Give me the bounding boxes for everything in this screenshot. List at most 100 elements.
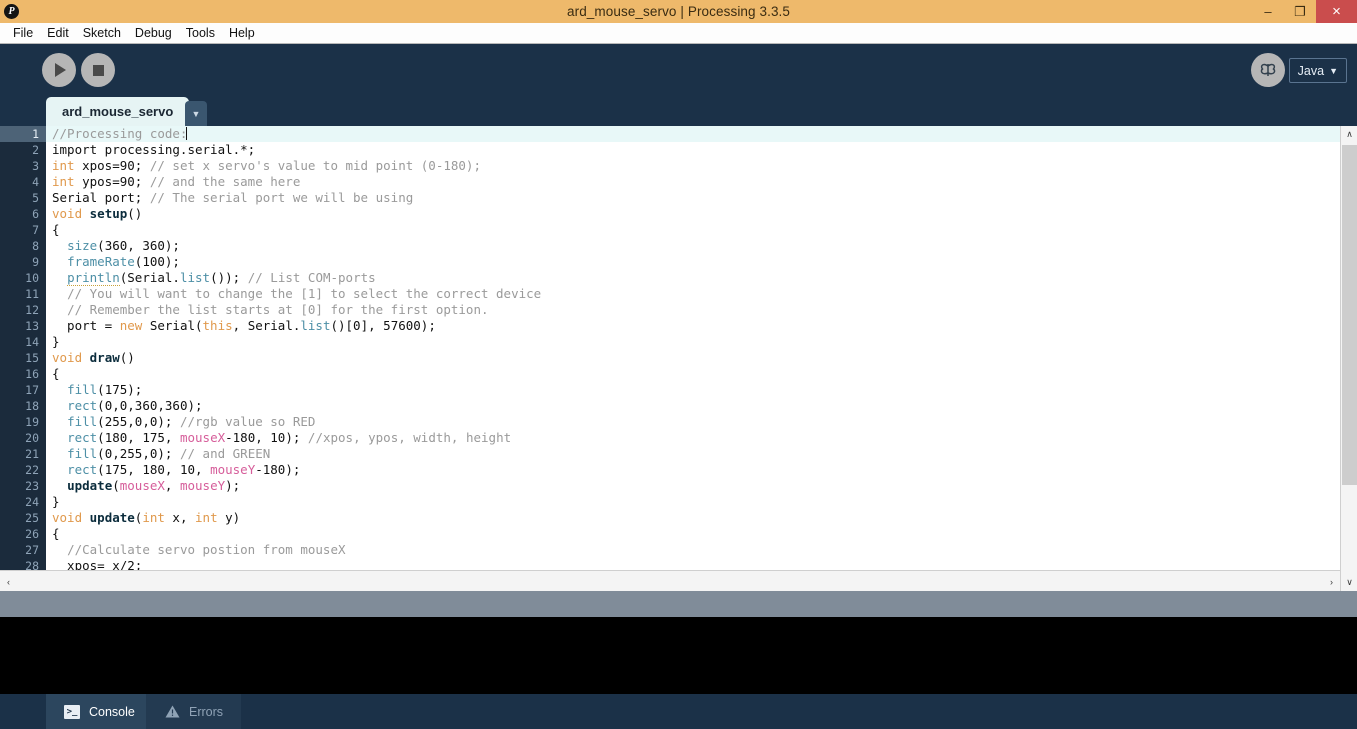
bottom-tab-bar: >_ Console Errors bbox=[0, 694, 1357, 729]
tab-console[interactable]: >_ Console bbox=[46, 694, 153, 729]
code-line[interactable]: void update(int x, int y) bbox=[46, 510, 1340, 526]
tab-console-label: Console bbox=[89, 704, 135, 719]
code-line[interactable]: //Calculate servo postion from mouseX bbox=[46, 542, 1340, 558]
line-number: 7 bbox=[32, 223, 39, 237]
tab-errors[interactable]: Errors bbox=[146, 694, 242, 729]
line-number: 14 bbox=[25, 335, 39, 349]
code-line[interactable]: { bbox=[46, 222, 1340, 238]
editor-horizontal-scrollbar[interactable]: ‹ › bbox=[0, 570, 1340, 592]
line-number: 2 bbox=[32, 143, 39, 157]
line-number: 17 bbox=[25, 383, 39, 397]
line-number: 19 bbox=[25, 415, 39, 429]
close-button[interactable]: × bbox=[1316, 0, 1357, 23]
title-bar: P ard_mouse_servo | Processing 3.3.5 – ❐… bbox=[0, 0, 1357, 23]
processing-logo-icon: P bbox=[0, 0, 23, 23]
sketch-tab-bar: ard_mouse_servo ▼ bbox=[0, 96, 1357, 126]
chevron-down-icon: ▼ bbox=[1329, 65, 1338, 76]
code-line[interactable]: Serial port; // The serial port we will … bbox=[46, 190, 1340, 206]
code-line[interactable]: } bbox=[46, 494, 1340, 510]
stop-button[interactable] bbox=[81, 53, 115, 87]
line-number: 16 bbox=[25, 367, 39, 381]
toolbar: Java ▼ bbox=[0, 44, 1357, 96]
debugger-button[interactable] bbox=[1251, 53, 1285, 87]
code-text-area[interactable]: //Processing code: import processing.seri… bbox=[46, 126, 1340, 591]
code-line[interactable]: int xpos=90; // set x servo's value to m… bbox=[46, 158, 1340, 174]
code-line[interactable]: fill(175); bbox=[46, 382, 1340, 398]
line-number: 9 bbox=[32, 255, 39, 269]
scroll-up-button[interactable]: ∧ bbox=[1341, 126, 1357, 143]
line-number-gutter: 1 2 3 4 5 6 7 8 9 10 11 12 13 14 15 16 17 18 19 20 21 22 23 24 2… bbox=[0, 126, 46, 591]
window-title: ard_mouse_servo | Processing 3.3.5 bbox=[566, 4, 791, 19]
line-number: 8 bbox=[32, 239, 39, 253]
code-editor[interactable]: 1 2 3 4 5 6 7 8 9 10 11 12 13 14 15 16 17 18 19 20 21 22 23 24 2… bbox=[0, 126, 1357, 591]
tab-errors-label: Errors bbox=[189, 704, 224, 719]
line-number: 11 bbox=[25, 287, 39, 301]
code-line[interactable]: // You will want to change the [1] to se… bbox=[46, 286, 1340, 302]
stop-square-icon bbox=[92, 64, 104, 76]
code-line[interactable]: { bbox=[46, 366, 1340, 382]
line-number: 26 bbox=[25, 527, 39, 541]
menu-item-debug[interactable]: Debug bbox=[128, 24, 179, 42]
mode-selector[interactable]: Java ▼ bbox=[1288, 58, 1347, 83]
line-number: 1 bbox=[0, 126, 46, 142]
code-line[interactable]: void setup() bbox=[46, 206, 1340, 222]
code-line[interactable]: void draw() bbox=[46, 350, 1340, 366]
line-number: 4 bbox=[32, 175, 39, 189]
play-icon bbox=[55, 63, 66, 77]
tab-menu-button[interactable]: ▼ bbox=[185, 101, 207, 126]
line-number: 5 bbox=[32, 191, 39, 205]
code-line[interactable]: rect(180, 175, mouseX-180, 10); //xpos, … bbox=[46, 430, 1340, 446]
code-line[interactable]: size(360, 360); bbox=[46, 238, 1340, 254]
code-line[interactable]: //Processing code: bbox=[46, 126, 1340, 142]
code-line[interactable]: fill(0,255,0); // and GREEN bbox=[46, 446, 1340, 462]
code-line[interactable]: int ypos=90; // and the same here bbox=[46, 174, 1340, 190]
line-number: 6 bbox=[32, 207, 39, 221]
code-line[interactable]: frameRate(100); bbox=[46, 254, 1340, 270]
scroll-down-button[interactable]: ∨ bbox=[1341, 574, 1357, 591]
line-number: 22 bbox=[25, 463, 39, 477]
line-number: 12 bbox=[25, 303, 39, 317]
butterfly-debug-icon bbox=[1260, 63, 1276, 76]
code-line[interactable]: update(mouseX, mouseY); bbox=[46, 478, 1340, 494]
terminal-icon: >_ bbox=[64, 704, 80, 719]
line-number: 23 bbox=[25, 479, 39, 493]
sketch-tab-ard-mouse-servo[interactable]: ard_mouse_servo bbox=[46, 97, 190, 126]
code-line[interactable]: // Remember the list starts at [0] for t… bbox=[46, 302, 1340, 318]
line-number: 10 bbox=[25, 271, 39, 285]
code-line[interactable]: fill(255,0,0); //rgb value so RED bbox=[46, 414, 1340, 430]
code-line[interactable]: rect(175, 180, 10, mouseY-180); bbox=[46, 462, 1340, 478]
menu-item-edit[interactable]: Edit bbox=[40, 24, 76, 42]
maximize-button[interactable]: ❐ bbox=[1284, 0, 1316, 23]
line-number: 24 bbox=[25, 495, 39, 509]
console-output-panel[interactable] bbox=[0, 617, 1357, 694]
line-number: 27 bbox=[25, 543, 39, 557]
code-line[interactable]: { bbox=[46, 526, 1340, 542]
menu-item-help[interactable]: Help bbox=[222, 24, 262, 42]
run-button[interactable] bbox=[42, 53, 76, 87]
line-number: 21 bbox=[25, 447, 39, 461]
status-bar bbox=[0, 591, 1357, 617]
line-number: 3 bbox=[32, 159, 39, 173]
menu-item-tools[interactable]: Tools bbox=[179, 24, 222, 42]
code-line[interactable]: } bbox=[46, 334, 1340, 350]
menu-item-file[interactable]: File bbox=[6, 24, 40, 42]
code-line[interactable]: println(Serial.list()); // List COM-port… bbox=[46, 270, 1340, 286]
scroll-left-button[interactable]: ‹ bbox=[0, 571, 17, 592]
menu-bar: File Edit Sketch Debug Tools Help bbox=[0, 23, 1357, 44]
line-number: 18 bbox=[25, 399, 39, 413]
warning-triangle-icon bbox=[164, 705, 180, 719]
sketch-tab-label: ard_mouse_servo bbox=[62, 104, 174, 119]
editor-vertical-scrollbar[interactable]: ∧ ∨ bbox=[1340, 126, 1357, 591]
minimize-button[interactable]: – bbox=[1252, 0, 1284, 23]
line-number: 13 bbox=[25, 319, 39, 333]
line-number: 15 bbox=[25, 351, 39, 365]
mode-label: Java bbox=[1297, 63, 1325, 78]
code-line[interactable]: rect(0,0,360,360); bbox=[46, 398, 1340, 414]
chevron-down-icon: ▼ bbox=[191, 108, 201, 119]
code-line[interactable]: port = new Serial(this, Serial.list()[0]… bbox=[46, 318, 1340, 334]
line-number: 25 bbox=[25, 511, 39, 525]
menu-item-sketch[interactable]: Sketch bbox=[76, 24, 128, 42]
vertical-scroll-thumb[interactable] bbox=[1342, 145, 1357, 485]
code-line[interactable]: import processing.serial.*; bbox=[46, 142, 1340, 158]
scroll-right-button[interactable]: › bbox=[1323, 571, 1340, 592]
